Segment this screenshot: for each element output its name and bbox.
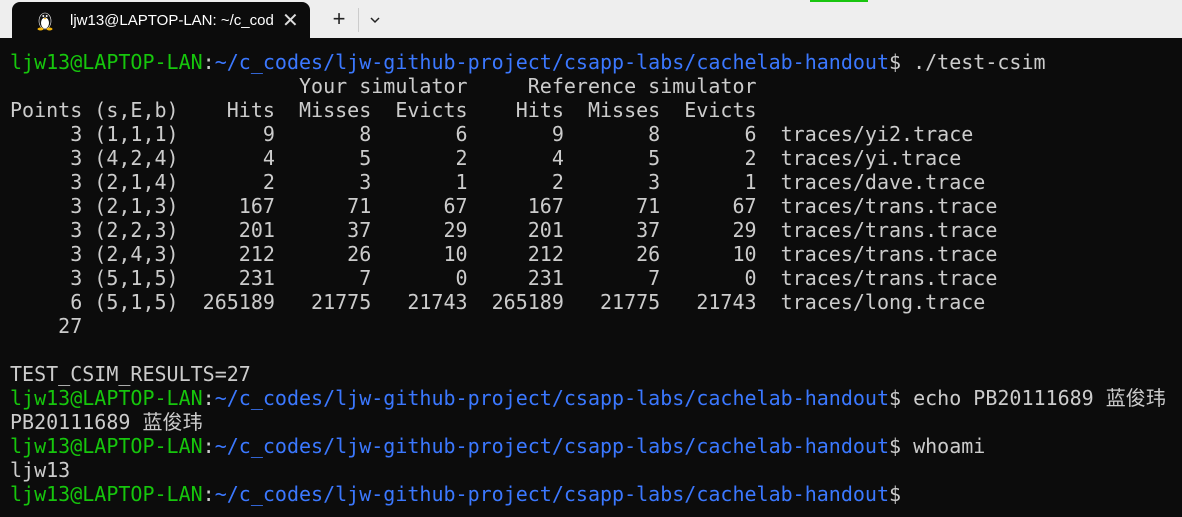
table-row-text: 6 (5,1,5) 265189 21775 21743 265189 2177…	[10, 290, 986, 314]
prompt-symbol: $	[889, 434, 914, 458]
table-total-text: 27	[10, 314, 83, 338]
result-line: TEST_CSIM_RESULTS=27	[10, 362, 1166, 386]
table-header-text: Points (s,E,b) Hits Misses Evicts Hits M…	[10, 98, 757, 122]
prompt-separator: :	[202, 386, 215, 410]
new-tab-button[interactable]: +	[326, 6, 352, 32]
table-group-header-text: Your simulator Reference simulator	[10, 74, 757, 98]
terminal-output[interactable]: ljw13@LAPTOP-LAN:~/c_codes/ljw-github-pr…	[10, 50, 1166, 506]
whoami-output-text: ljw13	[10, 458, 71, 482]
accent-strip	[810, 0, 868, 2]
table-row-text: 3 (2,4,3) 212 26 10 212 26 10 traces/tra…	[10, 242, 998, 266]
result-line-text: TEST_CSIM_RESULTS=27	[10, 362, 251, 386]
prompt-user-host: ljw13@LAPTOP-LAN	[10, 386, 203, 410]
blank-line-text	[10, 338, 22, 362]
prompt-symbol: $	[889, 482, 914, 506]
table-row: 3 (2,1,3) 167 71 67 167 71 67 traces/tra…	[10, 194, 1166, 218]
whoami-output: ljw13	[10, 458, 1166, 482]
echo-output-text: PB20111689 蓝俊玮	[10, 410, 203, 434]
table-group-header: Your simulator Reference simulator	[10, 74, 1166, 98]
prompt-path: ~/c_codes/ljw-github-project/csapp-labs/…	[214, 482, 889, 506]
prompt-line: ljw13@LAPTOP-LAN:~/c_codes/ljw-github-pr…	[10, 386, 1166, 410]
prompt-path: ~/c_codes/ljw-github-project/csapp-labs/…	[214, 50, 889, 74]
linux-penguin-icon	[37, 12, 53, 31]
command-text: ./test-csim	[913, 50, 1046, 74]
tab-bar: ljw13@LAPTOP-LAN: ~/c_code ✕ +	[0, 0, 1182, 38]
prompt-symbol: $	[889, 386, 914, 410]
tab-title: ljw13@LAPTOP-LAN: ~/c_code	[70, 11, 274, 29]
tab-active[interactable]: ljw13@LAPTOP-LAN: ~/c_code ✕	[12, 2, 310, 38]
table-row: 3 (4,2,4) 4 5 2 4 5 2 traces/yi.trace	[10, 146, 1166, 170]
blank-line	[10, 338, 1166, 362]
prompt-separator: :	[202, 482, 215, 506]
prompt-line: ljw13@LAPTOP-LAN:~/c_codes/ljw-github-pr…	[10, 482, 1166, 506]
table-row: 6 (5,1,5) 265189 21775 21743 265189 2177…	[10, 290, 1166, 314]
prompt-user-host: ljw13@LAPTOP-LAN	[10, 50, 203, 74]
prompt-separator: :	[202, 434, 215, 458]
divider	[358, 8, 359, 32]
table-row: 3 (2,1,4) 2 3 1 2 3 1 traces/dave.trace	[10, 170, 1166, 194]
prompt-user-host: ljw13@LAPTOP-LAN	[10, 434, 203, 458]
prompt-path: ~/c_codes/ljw-github-project/csapp-labs/…	[214, 386, 889, 410]
prompt-symbol: $	[889, 50, 914, 74]
chevron-down-icon[interactable]	[364, 8, 386, 32]
table-row: 3 (1,1,1) 9 8 6 9 8 6 traces/yi2.trace	[10, 122, 1166, 146]
prompt-line: ljw13@LAPTOP-LAN:~/c_codes/ljw-github-pr…	[10, 50, 1166, 74]
table-row: 3 (2,4,3) 212 26 10 212 26 10 traces/tra…	[10, 242, 1166, 266]
table-row-text: 3 (5,1,5) 231 7 0 231 7 0 traces/trans.t…	[10, 266, 998, 290]
table-row-text: 3 (2,2,3) 201 37 29 201 37 29 traces/tra…	[10, 218, 998, 242]
table-row: 3 (2,2,3) 201 37 29 201 37 29 traces/tra…	[10, 218, 1166, 242]
table-total: 27	[10, 314, 1166, 338]
table-row-text: 3 (2,1,3) 167 71 67 167 71 67 traces/tra…	[10, 194, 998, 218]
command-text: echo PB20111689 蓝俊玮	[913, 386, 1166, 410]
table-row-text: 3 (1,1,1) 9 8 6 9 8 6 traces/yi2.trace	[10, 122, 974, 146]
command-text: whoami	[913, 434, 986, 458]
prompt-line: ljw13@LAPTOP-LAN:~/c_codes/ljw-github-pr…	[10, 434, 1166, 458]
close-icon[interactable]: ✕	[282, 8, 299, 33]
table-row: 3 (5,1,5) 231 7 0 231 7 0 traces/trans.t…	[10, 266, 1166, 290]
table-row-text: 3 (2,1,4) 2 3 1 2 3 1 traces/dave.trace	[10, 170, 986, 194]
prompt-user-host: ljw13@LAPTOP-LAN	[10, 482, 203, 506]
table-header: Points (s,E,b) Hits Misses Evicts Hits M…	[10, 98, 1166, 122]
echo-output: PB20111689 蓝俊玮	[10, 410, 1166, 434]
table-row-text: 3 (4,2,4) 4 5 2 4 5 2 traces/yi.trace	[10, 146, 962, 170]
prompt-path: ~/c_codes/ljw-github-project/csapp-labs/…	[214, 434, 889, 458]
prompt-separator: :	[202, 50, 215, 74]
